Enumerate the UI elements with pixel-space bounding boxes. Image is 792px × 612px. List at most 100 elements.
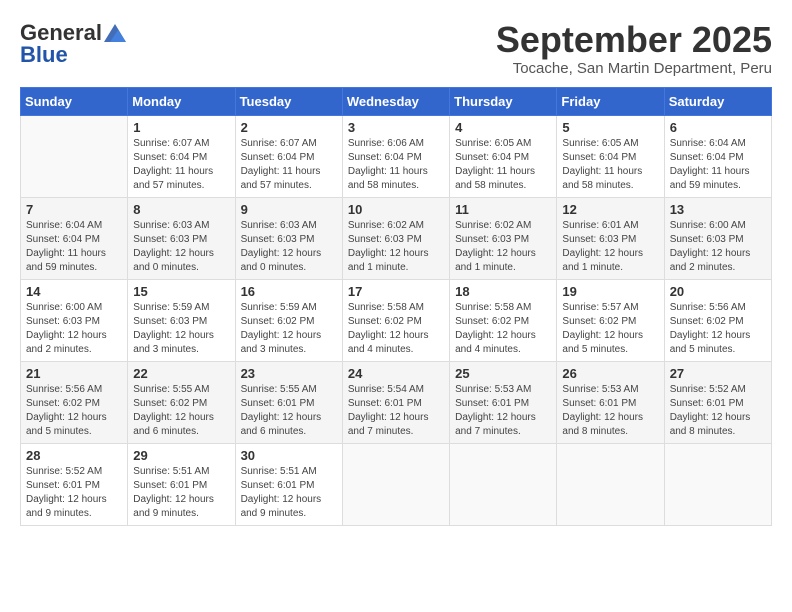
day-info: Sunrise: 6:02 AM Sunset: 6:03 PM Dayligh… (455, 219, 551, 275)
day-number: 19 (562, 284, 658, 299)
calendar-cell: 29Sunrise: 5:51 AM Sunset: 6:01 PM Dayli… (128, 443, 235, 525)
day-number: 13 (670, 202, 766, 217)
logo-blue: Blue (20, 42, 68, 68)
calendar-cell (342, 443, 449, 525)
calendar-week-row: 28 Sunrise: 5:52 AM Sunset: 6:01 PM Dayli… (21, 443, 772, 525)
day-number: 6 (670, 120, 766, 135)
calendar-cell: 16 Sunrise: 5:59 AM Sunset: 6:02 PM Dayli… (235, 279, 342, 361)
day-number: 18 (455, 284, 551, 299)
day-number: 26 (562, 366, 658, 381)
day-info: Sunrise: 6:04 AM Sunset: 6:04 PM Dayligh… (26, 219, 122, 275)
calendar-cell: 23 Sunrise: 5:55 AM Sunset: 6:01 PM Dayli… (235, 361, 342, 443)
calendar-cell: 25 Sunrise: 5:53 AM Sunset: 6:01 PM Dayli… (450, 361, 557, 443)
day-info: Sunrise: 6:01 AM Sunset: 6:03 PM Dayligh… (562, 219, 658, 275)
day-info: Sunrise: 5:57 AM Sunset: 6:02 PM Dayligh… (562, 301, 658, 357)
weekday-header-tuesday: Tuesday (235, 87, 342, 115)
calendar-cell: 28 Sunrise: 5:52 AM Sunset: 6:01 PM Dayli… (21, 443, 128, 525)
day-info: Sunrise: 5:56 AM Sunset: 6:02 PM Dayligh… (670, 301, 766, 357)
calendar-cell (21, 115, 128, 197)
day-info: Sunrise: 5:59 AM Sunset: 6:03 PM Dayligh… (133, 301, 229, 357)
day-number: 22 (133, 366, 229, 381)
calendar-cell: 30Sunrise: 5:51 AM Sunset: 6:01 PM Dayli… (235, 443, 342, 525)
day-number: 12 (562, 202, 658, 217)
day-info: Sunrise: 6:04 AM Sunset: 6:04 PM Dayligh… (670, 137, 766, 193)
day-info: Sunrise: 5:52 AM Sunset: 6:01 PM Dayligh… (670, 383, 766, 439)
calendar-cell: 21 Sunrise: 5:56 AM Sunset: 6:02 PM Dayli… (21, 361, 128, 443)
day-number: 2 (241, 120, 337, 135)
day-info: Sunrise: 6:00 AM Sunset: 6:03 PM Dayligh… (26, 301, 122, 357)
calendar-cell: 19 Sunrise: 5:57 AM Sunset: 6:02 PM Dayli… (557, 279, 664, 361)
day-number: 25 (455, 366, 551, 381)
day-info: Sunrise: 5:51 AM Sunset: 6:01 PM Dayligh… (241, 465, 337, 521)
day-number: 23 (241, 366, 337, 381)
day-info: Sunrise: 5:58 AM Sunset: 6:02 PM Dayligh… (348, 301, 444, 357)
day-info: Sunrise: 5:53 AM Sunset: 6:01 PM Dayligh… (562, 383, 658, 439)
header: General Blue September 2025 Tocache, San… (20, 20, 772, 77)
day-number: 7 (26, 202, 122, 217)
calendar-cell: 7 Sunrise: 6:04 AM Sunset: 6:04 PM Daylig… (21, 197, 128, 279)
day-info: Sunrise: 5:55 AM Sunset: 6:01 PM Dayligh… (241, 383, 337, 439)
day-number: 1 (133, 120, 229, 135)
calendar-cell: 2 Sunrise: 6:07 AM Sunset: 6:04 PM Daylig… (235, 115, 342, 197)
day-info: Sunrise: 6:05 AM Sunset: 6:04 PM Dayligh… (455, 137, 551, 193)
day-info: Sunrise: 6:07 AM Sunset: 6:04 PM Dayligh… (241, 137, 337, 193)
weekday-header-row: SundayMondayTuesdayWednesdayThursdayFrid… (21, 87, 772, 115)
day-number: 17 (348, 284, 444, 299)
calendar-cell: 26 Sunrise: 5:53 AM Sunset: 6:01 PM Dayli… (557, 361, 664, 443)
calendar-cell: 9 Sunrise: 6:03 AM Sunset: 6:03 PM Daylig… (235, 197, 342, 279)
day-number: 11 (455, 202, 551, 217)
day-number: 16 (241, 284, 337, 299)
day-info: Sunrise: 5:53 AM Sunset: 6:01 PM Dayligh… (455, 383, 551, 439)
day-info: Sunrise: 6:05 AM Sunset: 6:04 PM Dayligh… (562, 137, 658, 193)
title-area: September 2025 Tocache, San Martin Depar… (496, 20, 772, 77)
day-info: Sunrise: 6:03 AM Sunset: 6:03 PM Dayligh… (241, 219, 337, 275)
calendar-cell: 4 Sunrise: 6:05 AM Sunset: 6:04 PM Daylig… (450, 115, 557, 197)
day-number: 28 (26, 448, 122, 463)
day-number: 27 (670, 366, 766, 381)
calendar-cell: 27 Sunrise: 5:52 AM Sunset: 6:01 PM Dayli… (664, 361, 771, 443)
logo: General Blue (20, 20, 126, 68)
day-info: Sunrise: 5:59 AM Sunset: 6:02 PM Dayligh… (241, 301, 337, 357)
day-info: Sunrise: 6:07 AM Sunset: 6:04 PM Dayligh… (133, 137, 229, 193)
day-number: 3 (348, 120, 444, 135)
weekday-header-wednesday: Wednesday (342, 87, 449, 115)
calendar-cell (664, 443, 771, 525)
calendar-cell: 10Sunrise: 6:02 AM Sunset: 6:03 PM Dayli… (342, 197, 449, 279)
calendar-week-row: 21 Sunrise: 5:56 AM Sunset: 6:02 PM Dayli… (21, 361, 772, 443)
day-number: 14 (26, 284, 122, 299)
day-info: Sunrise: 5:58 AM Sunset: 6:02 PM Dayligh… (455, 301, 551, 357)
weekday-header-sunday: Sunday (21, 87, 128, 115)
calendar-cell: 24Sunrise: 5:54 AM Sunset: 6:01 PM Dayli… (342, 361, 449, 443)
calendar-cell: 8Sunrise: 6:03 AM Sunset: 6:03 PM Daylig… (128, 197, 235, 279)
calendar-week-row: 14 Sunrise: 6:00 AM Sunset: 6:03 PM Dayli… (21, 279, 772, 361)
day-info: Sunrise: 5:51 AM Sunset: 6:01 PM Dayligh… (133, 465, 229, 521)
day-number: 9 (241, 202, 337, 217)
day-number: 21 (26, 366, 122, 381)
calendar-cell: 1 Sunrise: 6:07 AM Sunset: 6:04 PM Daylig… (128, 115, 235, 197)
day-info: Sunrise: 5:55 AM Sunset: 6:02 PM Dayligh… (133, 383, 229, 439)
calendar-week-row: 7 Sunrise: 6:04 AM Sunset: 6:04 PM Daylig… (21, 197, 772, 279)
day-number: 4 (455, 120, 551, 135)
day-number: 20 (670, 284, 766, 299)
calendar-cell: 11 Sunrise: 6:02 AM Sunset: 6:03 PM Dayli… (450, 197, 557, 279)
weekday-header-thursday: Thursday (450, 87, 557, 115)
calendar: SundayMondayTuesdayWednesdayThursdayFrid… (20, 87, 772, 526)
weekday-header-friday: Friday (557, 87, 664, 115)
day-info: Sunrise: 5:56 AM Sunset: 6:02 PM Dayligh… (26, 383, 122, 439)
day-number: 5 (562, 120, 658, 135)
day-number: 15 (133, 284, 229, 299)
calendar-cell: 22 Sunrise: 5:55 AM Sunset: 6:02 PM Dayli… (128, 361, 235, 443)
day-info: Sunrise: 6:02 AM Sunset: 6:03 PM Dayligh… (348, 219, 444, 275)
calendar-cell: 20 Sunrise: 5:56 AM Sunset: 6:02 PM Dayli… (664, 279, 771, 361)
calendar-cell: 18 Sunrise: 5:58 AM Sunset: 6:02 PM Dayli… (450, 279, 557, 361)
calendar-cell: 17 Sunrise: 5:58 AM Sunset: 6:02 PM Dayli… (342, 279, 449, 361)
calendar-cell: 15 Sunrise: 5:59 AM Sunset: 6:03 PM Dayli… (128, 279, 235, 361)
day-info: Sunrise: 5:52 AM Sunset: 6:01 PM Dayligh… (26, 465, 122, 521)
calendar-cell: 13 Sunrise: 6:00 AM Sunset: 6:03 PM Dayli… (664, 197, 771, 279)
weekday-header-saturday: Saturday (664, 87, 771, 115)
weekday-header-monday: Monday (128, 87, 235, 115)
subtitle: Tocache, San Martin Department, Peru (496, 60, 772, 77)
day-info: Sunrise: 6:00 AM Sunset: 6:03 PM Dayligh… (670, 219, 766, 275)
calendar-cell: 6 Sunrise: 6:04 AM Sunset: 6:04 PM Daylig… (664, 115, 771, 197)
day-info: Sunrise: 6:03 AM Sunset: 6:03 PM Dayligh… (133, 219, 229, 275)
